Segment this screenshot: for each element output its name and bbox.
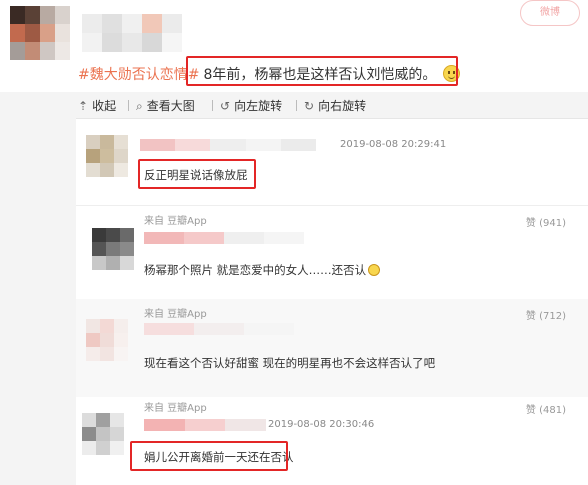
hashtag-link[interactable]: #魏大勋否认恋情# [78,67,199,83]
comment-source: 来自 豆瓣App [144,216,207,227]
comment-avatar-mosaic [86,135,128,177]
highlight-box-comment [130,441,288,471]
laugh-emoji-icon [368,264,381,276]
rotate-left-label: 向左旋转 [234,99,283,113]
rotate-right-label: 向右旋转 [318,99,367,113]
comment-timestamp: 2019-08-08 20:30:46 [268,419,375,430]
divider [296,100,297,111]
rotate-right-button[interactable]: ↻ 向右旋转 [304,97,366,114]
comment-item: 来自 豆瓣App 赞 (712) 现在看这个否认好甜蜜 现在的明星再也不会这样否… [76,299,588,397]
username-mosaic [144,419,267,431]
comment-text: 杨幂那个照片 就是恋爱中的女人……还否认 [144,262,381,278]
comment-item: 来自 豆瓣App 赞 (481) 2019-08-08 20:30:46 娟儿公… [76,397,588,485]
up-arrow-icon: ⇡ [78,99,89,113]
comment-text: 现在看这个否认好甜蜜 现在的明星再也不会这样否认了吧 [144,356,436,370]
comment-timestamp: 2019-08-08 20:29:41 [340,139,447,150]
comment-item: 来自 豆瓣App 赞 (941) 杨幂那个照片 就是恋爱中的女人……还否认 [76,205,588,299]
collapse-button[interactable]: ⇡ 收起 [78,97,116,114]
highlight-box-comment [138,159,256,189]
like-count[interactable]: 赞 (481) [526,401,566,416]
username-mosaic [144,232,304,244]
weibo-post: 微博 #魏大勋否认恋情# 8年前，杨幂也是这样否认刘恺威的。 [0,0,588,92]
watermark-stamp: 微博 [520,0,580,26]
username-mosaic [140,139,317,151]
username-mosaic [144,323,294,335]
comment-source: 来自 豆瓣App [144,403,207,414]
view-large-button[interactable]: ⌕ 查看大图 [136,97,195,114]
comment-source: 来自 豆瓣App [144,309,207,320]
divider [212,100,213,111]
comment-avatar-mosaic [82,413,124,455]
comment-item: 2019-08-08 20:29:41 反正明星说话像放屁 [76,119,588,205]
post-avatar-mosaic[interactable] [10,6,70,60]
comment-avatar-mosaic [92,228,134,270]
post-username-mosaic [82,14,182,52]
like-count[interactable]: 赞 (941) [526,214,566,229]
rotate-left-button[interactable]: ↺ 向左旋转 [220,97,282,114]
highlight-box-post [186,56,458,86]
search-icon: ⌕ [136,99,143,113]
comment-text-content: 杨幂那个照片 就是恋爱中的女人……还否认 [144,263,367,277]
image-toolbar: ⇡ 收起 ⌕ 查看大图 ↺ 向左旋转 ↻ 向右旋转 [0,92,588,118]
rotate-left-icon: ↺ [220,99,231,113]
comment-avatar-mosaic [86,319,128,361]
view-large-label: 查看大图 [146,99,195,113]
rotate-right-icon: ↻ [304,99,315,113]
comments-image: 2019-08-08 20:29:41 反正明星说话像放屁 来自 豆瓣App 赞… [76,118,588,485]
like-count[interactable]: 赞 (712) [526,307,566,322]
divider [128,100,129,111]
collapse-label: 收起 [92,99,117,113]
